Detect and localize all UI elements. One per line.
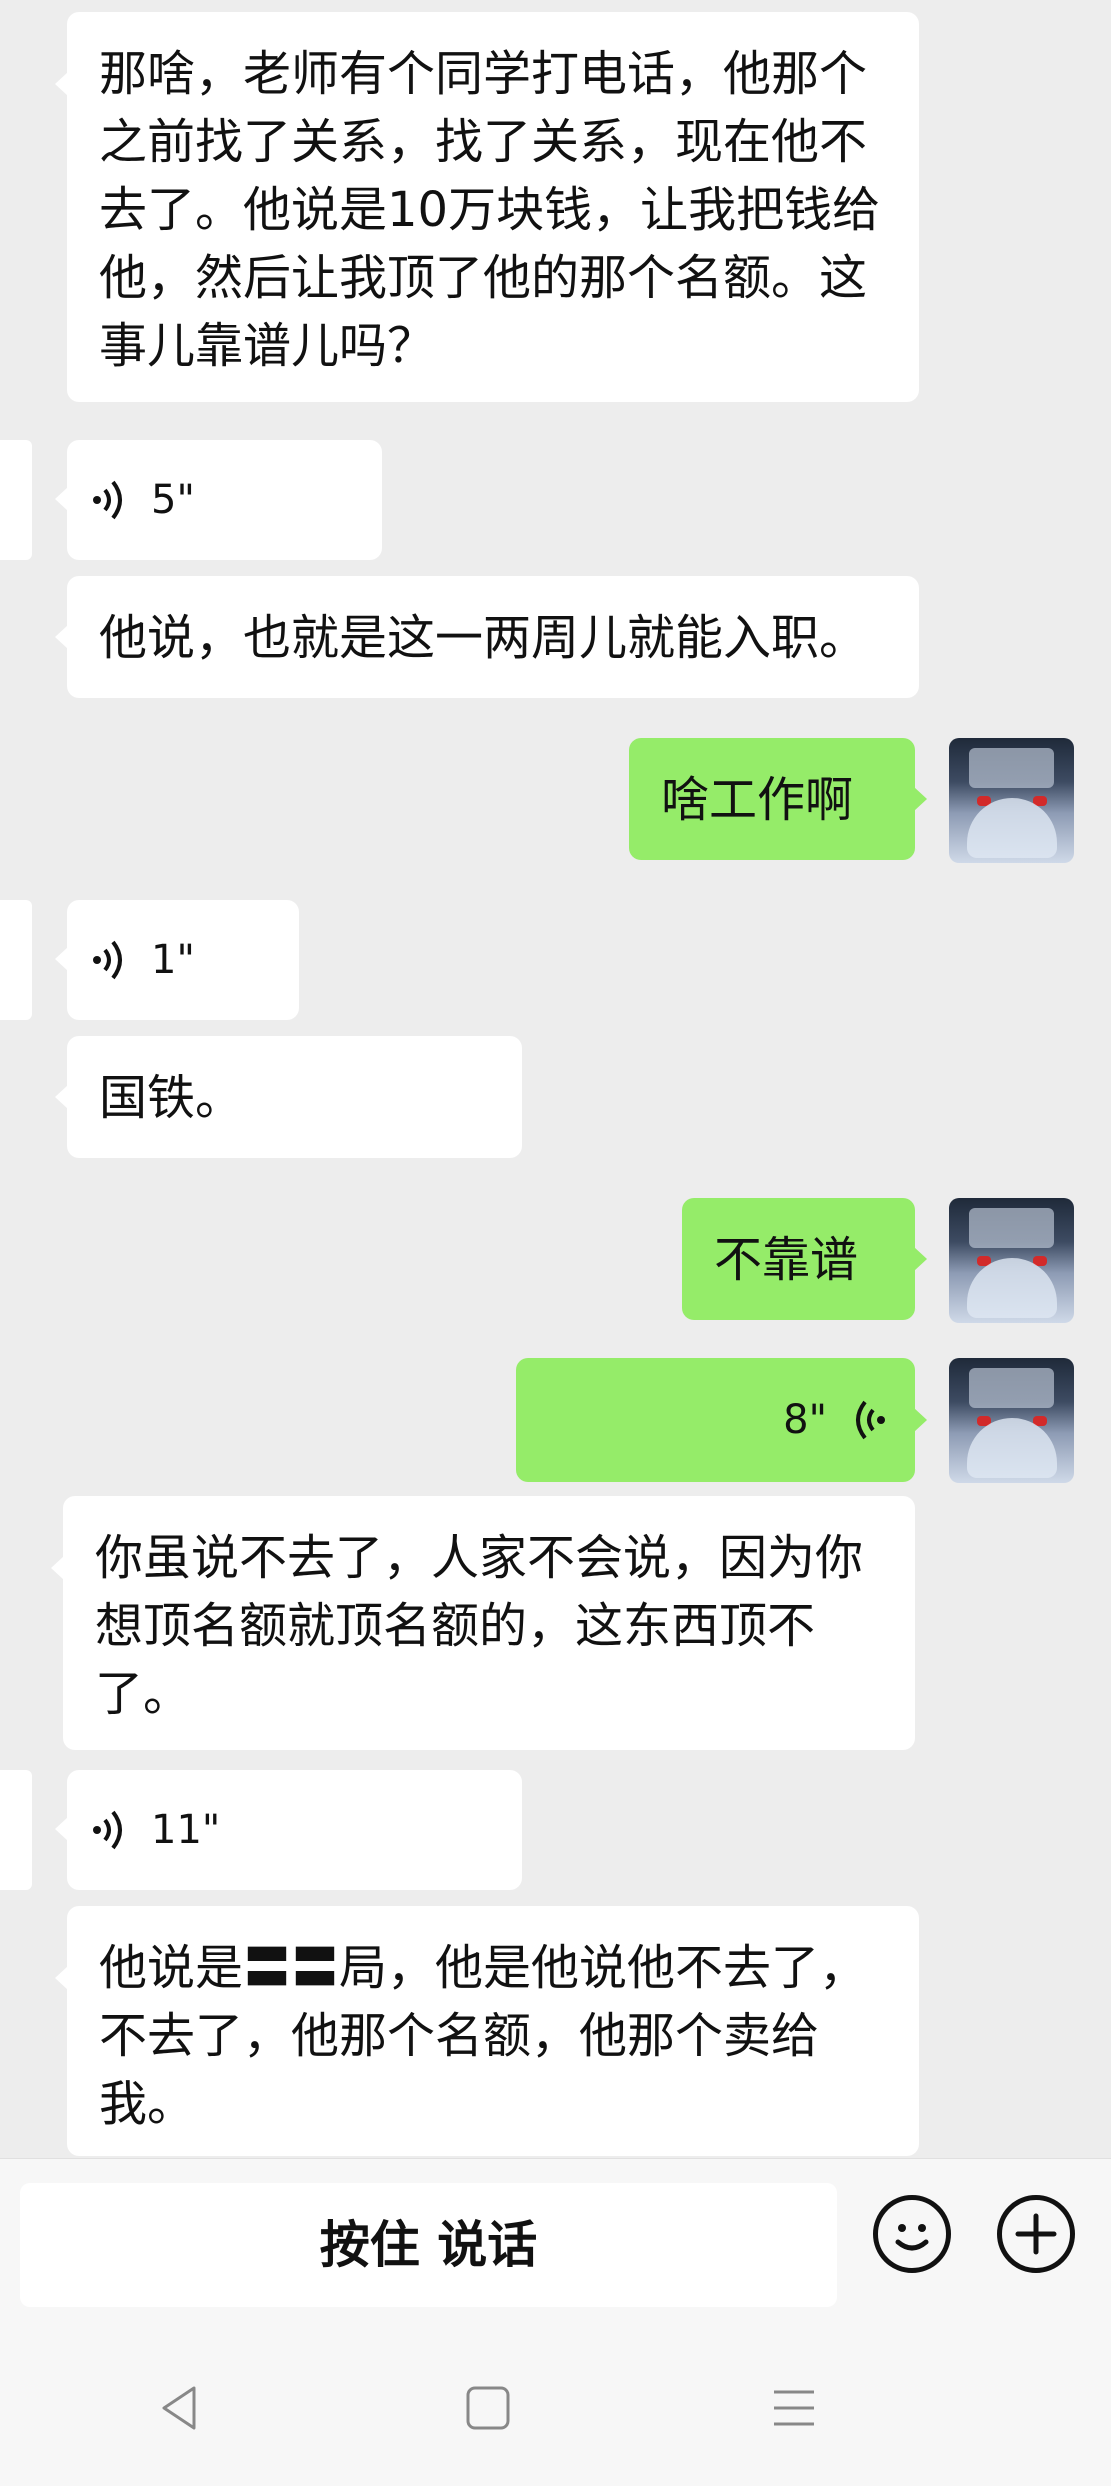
hold-to-talk-button[interactable]: 按住 说话	[20, 2183, 837, 2307]
voice-message-incoming[interactable]: 11"	[55, 1770, 522, 1890]
message-bubble-incoming[interactable]: 那啥，老师有个同学打电话，他那个之前找了关系，找了关系，现在他不去了。他说是10…	[55, 12, 919, 402]
voice-duration: 1"	[151, 937, 195, 983]
message-bubble-outgoing[interactable]: 啥工作啊	[629, 738, 927, 860]
smiley-icon[interactable]	[873, 2195, 951, 2273]
voice-wave-icon	[93, 480, 122, 520]
voice-message-outgoing[interactable]: 8"	[516, 1358, 927, 1482]
voice-duration: 8"	[783, 1397, 827, 1443]
message-text: 国铁。	[99, 1070, 244, 1126]
sender-avatar-edge[interactable]	[0, 1770, 32, 1890]
voice-duration: 11"	[151, 1807, 221, 1853]
message-bubble-incoming[interactable]: 他说是〓〓局，他是他说他不去了，不去了，他那个名额，他那个卖给我。	[55, 1906, 919, 2156]
sender-avatar-edge[interactable]	[0, 440, 32, 560]
message-text: 啥工作啊	[661, 772, 854, 828]
my-avatar[interactable]	[949, 1358, 1074, 1483]
voice-duration: 5"	[151, 477, 195, 523]
message-bubble-incoming[interactable]: 国铁。	[55, 1036, 522, 1158]
menu-lines-icon[interactable]	[764, 2378, 824, 2438]
message-text: 他说是〓〓局，他是他说他不去了，不去了，他那个名额，他那个卖给我。	[99, 1940, 868, 2132]
my-avatar[interactable]	[949, 738, 1074, 863]
chat-area[interactable]: 那啥，老师有个同学打电话，他那个之前找了关系，找了关系，现在他不去了。他说是10…	[0, 0, 1111, 2158]
my-avatar[interactable]	[949, 1198, 1074, 1323]
back-triangle-icon[interactable]	[150, 2378, 210, 2438]
voice-wave-icon	[856, 1400, 885, 1440]
voice-wave-icon	[93, 940, 122, 980]
sender-avatar-edge[interactable]	[0, 900, 32, 1020]
chat-input-bar: 按住 说话	[0, 2158, 1111, 2319]
message-bubble-incoming[interactable]: 你虽说不去了，人家不会说，因为你想顶名额就顶名额的，这东西顶不了。	[51, 1496, 915, 1750]
home-square-icon[interactable]	[458, 2378, 518, 2438]
message-bubble-outgoing[interactable]: 不靠谱	[682, 1198, 927, 1320]
message-bubble-incoming[interactable]: 他说，也就是这一两周儿就能入职。	[55, 576, 919, 698]
voice-message-incoming[interactable]: 1"	[55, 900, 299, 1020]
voice-wave-icon	[93, 1810, 122, 1850]
message-text: 他说，也就是这一两周儿就能入职。	[99, 610, 868, 666]
message-text: 你虽说不去了，人家不会说，因为你想顶名额就顶名额的，这东西顶不了。	[95, 1530, 864, 1722]
message-text: 那啥，老师有个同学打电话，他那个之前找了关系，找了关系，现在他不去了。他说是10…	[99, 46, 881, 374]
system-nav-bar	[0, 2318, 1111, 2486]
voice-message-incoming[interactable]: 5"	[55, 440, 382, 560]
plus-circle-icon[interactable]	[997, 2195, 1075, 2273]
message-text: 不靠谱	[714, 1232, 859, 1288]
